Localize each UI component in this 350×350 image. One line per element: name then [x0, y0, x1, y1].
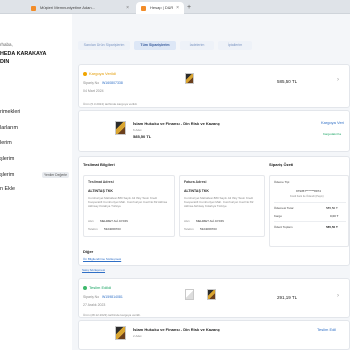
order-total: 585,50 TL — [277, 79, 298, 84]
site-favicon-icon — [31, 6, 36, 11]
summary-title: Sipariş Özeti — [269, 162, 294, 167]
track-shipment-link[interactable]: Kargodaki Ka — [323, 132, 341, 136]
order-card[interactable]: Teslim Edildi Sipariş No W159814081 27 A… — [78, 278, 350, 318]
shipping-note: Ürün (5.3.2024) tarihinde kargoya verild… — [83, 102, 138, 106]
sidebar-item-favorites[interactable]: larlarım — [0, 125, 18, 131]
sidebar-item-settings[interactable]: şlerim — [0, 156, 14, 162]
filter-returns[interactable]: İadelerim — [180, 41, 214, 50]
order-summary: Ödeme Tipi 979357*******8974 Kredi Kartı… — [269, 175, 349, 247]
order-product: İslam Hukuku ve Finansı - Din Risk ve Ka… — [78, 320, 350, 350]
summary-row-value: 585,50 T — [326, 225, 338, 229]
close-tab-icon[interactable]: × — [126, 2, 129, 14]
order-no: W160807338 — [102, 81, 123, 85]
contact-label: Alıcı — [184, 219, 190, 223]
shipped-status-icon — [83, 71, 87, 76]
browser-tab-inactive[interactable]: Müşteri Memnuniyetine Adan... × — [26, 2, 134, 14]
browser-tab-bar: Müşteri Memnuniyetine Adan... × Hesap | … — [0, 0, 350, 14]
divider — [274, 221, 346, 222]
sidebar-item-orders[interactable]: rimekleri — [0, 109, 20, 115]
greeting-text: rhaba, — [0, 42, 13, 47]
product-qty: 2 Adet — [133, 334, 142, 338]
filter-all-orders[interactable]: Tüm Siparişlerim — [134, 41, 176, 50]
contact-label: Alıcı — [88, 219, 94, 223]
delivered-status-icon — [83, 285, 87, 290]
shipping-name: ALTINTAŞ TKK — [88, 189, 113, 193]
tab-title: Hesap | D&R — [150, 5, 174, 10]
collapse-chevron-icon[interactable]: › — [337, 77, 339, 83]
sidebar-item-reviews[interactable]: lerim — [0, 140, 12, 146]
book-thumbnail — [207, 289, 216, 300]
delivery-status-link[interactable]: Teslim Edil — [317, 327, 336, 332]
summary-row-value: 585,50 T — [326, 206, 338, 210]
order-card[interactable]: Kargoya Verildi Sipariş No W160807338 04… — [78, 64, 350, 108]
shipping-address-text: Cumhuriyet Mahallesi 880 Sayılı Ali Ihti… — [88, 196, 168, 209]
shipping-note: Ürün (28.12.2023) tarihinde kargoya veri… — [83, 313, 141, 317]
phone-number: 5324069703 — [200, 227, 217, 231]
phone-label: Telefon — [184, 227, 194, 231]
book-thumbnail — [185, 289, 194, 300]
contact-name: MEHMET ALİ AYDIN — [100, 219, 128, 223]
order-date: 27 Aralık 2023 — [83, 303, 106, 307]
divider — [274, 202, 346, 203]
close-tab-icon[interactable]: × — [176, 2, 179, 14]
payment-type-label: Ödeme Tipi — [274, 180, 290, 184]
billing-address-text: Cumhuriyet Mahallesi 880 Sayılı Ali Ihti… — [184, 196, 254, 209]
expand-chevron-icon[interactable]: › — [337, 293, 339, 299]
order-no: W159814081 — [102, 295, 123, 299]
order-status: Kargoya Verildi — [83, 71, 116, 76]
pre-info-agreement-link[interactable]: Ön Bilgilendirme Sözleşmesi — [83, 257, 121, 261]
sales-agreement-link[interactable]: Satış Sözleşmesi — [82, 268, 105, 272]
order-status: Teslim Edildi — [83, 285, 111, 290]
book-thumbnail — [185, 73, 194, 84]
order-no-label: Sipariş No — [83, 81, 100, 85]
phone-label: Telefon — [88, 227, 98, 231]
billing-address-title: Fatura Adresi — [184, 180, 207, 184]
summary-row-label: Ödenl Toplam — [274, 225, 293, 229]
filter-cancellations[interactable]: İptallerim — [218, 41, 252, 50]
user-name: HEDA KARAKAYA — [0, 51, 47, 57]
product-qty: 6 Adet — [133, 128, 142, 132]
billing-address: Fatura Adresi ALTINTAŞ TKK Cumhuriyet Ma… — [179, 175, 265, 237]
sidebar-item-reviews-new[interactable]: şlerim — [0, 172, 14, 178]
order-date: 04 Mart 2024 — [83, 89, 104, 93]
other-title: Diğer — [83, 249, 94, 254]
shipping-address: Teslimat Adresi ALTINTAŞ TKK Cumhuriyet … — [83, 175, 175, 237]
summary-row-value: 0,00 T — [330, 214, 339, 218]
orders-main: Sanılan Ürün Siparişlerim Tüm Siparişler… — [72, 14, 350, 350]
product-title[interactable]: İslam Hukuku ve Finansı - Din Risk ve Ka… — [133, 327, 220, 332]
order-total: 291,19 TL — [277, 295, 298, 300]
contact-name: MEHMET ALİ AYDIN — [196, 219, 224, 223]
card-number: 979357*******8974 — [296, 189, 321, 193]
filter-shipped-orders[interactable]: Sanılan Ürün Siparişlerim — [78, 41, 130, 50]
tab-title: Müşteri Memnuniyetine Adan... — [40, 5, 95, 10]
product-price: 585,50 TL — [133, 134, 152, 139]
delivery-info-card: Teslimat Bilgileri Sipariş Özeti Teslima… — [78, 156, 350, 266]
browser-tab-active[interactable]: Hesap | D&R × — [136, 2, 184, 14]
user-name-line2: DIN — [0, 59, 10, 65]
new-badge: Yeniler Değerle — [42, 172, 70, 178]
book-thumbnail[interactable] — [115, 326, 126, 340]
new-tab-button[interactable]: + — [187, 2, 191, 14]
delivery-section-title: Teslimat Bilgileri — [83, 162, 115, 167]
sidebar-item-add[interactable]: n Ekle — [0, 186, 15, 192]
phone-number: 5324069703 — [104, 227, 121, 231]
summary-row-label: Ödemesi Tutar — [274, 206, 294, 210]
account-sidebar: rhaba, HEDA KARAKAYA DIN rimekleri larla… — [0, 14, 72, 350]
book-thumbnail[interactable] — [115, 121, 126, 135]
site-favicon-icon — [141, 6, 146, 11]
summary-row-label: Kargo — [274, 214, 283, 218]
product-title[interactable]: İslam Hukuku ve Finansı - Din Risk ve Ka… — [133, 121, 220, 126]
card-payment-note: Kredi Kartı ile Ödendi (Peşin) — [290, 195, 324, 198]
order-product: İslam Hukuku ve Finansı - Din Risk ve Ka… — [78, 110, 350, 152]
billing-name: ALTINTAŞ TKK — [184, 189, 209, 193]
shipping-address-title: Teslimat Adresi — [88, 180, 114, 184]
order-no-label: Sipariş No — [83, 295, 100, 299]
shipment-status-link[interactable]: Kargoya Veri — [321, 120, 344, 125]
